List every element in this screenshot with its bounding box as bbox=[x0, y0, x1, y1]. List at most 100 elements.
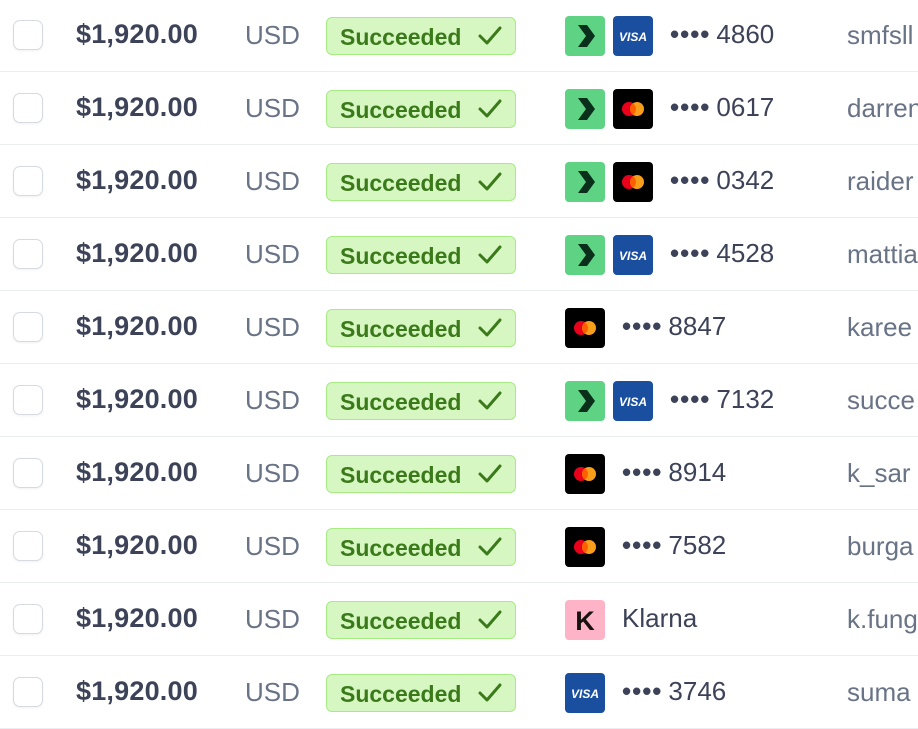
table-row[interactable]: $1,920.00 USD Succeeded •••• 0342 raider bbox=[0, 146, 918, 218]
table-row[interactable]: $1,920.00 USD Succeeded •••• 8914 k_sar bbox=[0, 438, 918, 510]
table-row[interactable]: $1,920.00 USD Succeeded VISA •••• 7132 succe bbox=[0, 365, 918, 437]
currency: USD bbox=[245, 458, 300, 488]
amount: $1,920.00 bbox=[76, 165, 198, 195]
customer-email[interactable]: burga bbox=[847, 531, 914, 562]
customer-email[interactable]: smfsll bbox=[847, 20, 913, 51]
checkmark-icon bbox=[478, 683, 502, 702]
card-mask: •••• bbox=[622, 676, 663, 706]
amount: $1,920.00 bbox=[76, 676, 198, 706]
klarna-icon: K bbox=[565, 600, 605, 640]
mastercard-icon bbox=[613, 89, 653, 129]
table-row[interactable]: $1,920.00 USD Succeeded VISA •••• 4528 mattia bbox=[0, 219, 918, 291]
status-label: Succeeded bbox=[340, 535, 462, 561]
customer-email[interactable]: suma bbox=[847, 677, 911, 708]
card-mask: •••• bbox=[670, 238, 711, 268]
checkmark-icon bbox=[478, 99, 502, 118]
status-label: Succeeded bbox=[340, 97, 462, 123]
checkmark-icon bbox=[478, 537, 502, 556]
payment-method-name: Klarna bbox=[622, 603, 698, 633]
status-badge: Succeeded bbox=[326, 17, 516, 55]
amount: $1,920.00 bbox=[76, 603, 198, 633]
currency: USD bbox=[245, 312, 300, 342]
currency: USD bbox=[245, 239, 300, 269]
payment-method: •••• 4528 bbox=[670, 238, 774, 269]
customer-email[interactable]: k.fung bbox=[847, 604, 918, 635]
amount: $1,920.00 bbox=[76, 530, 198, 560]
customer-email[interactable]: darren bbox=[847, 93, 918, 124]
payment-method: •••• 7582 bbox=[622, 530, 726, 561]
row-checkbox[interactable] bbox=[13, 312, 43, 342]
status-badge: Succeeded bbox=[326, 674, 516, 712]
row-checkbox[interactable] bbox=[13, 166, 43, 196]
row-checkbox[interactable] bbox=[13, 385, 43, 415]
row-checkbox[interactable] bbox=[13, 677, 43, 707]
visa-icon: VISA bbox=[613, 235, 653, 275]
row-checkbox[interactable] bbox=[13, 93, 43, 123]
status-badge: Succeeded bbox=[326, 236, 516, 274]
row-checkbox[interactable] bbox=[13, 239, 43, 269]
table-row[interactable]: $1,920.00 USD Succeeded •••• 0617 darren bbox=[0, 73, 918, 145]
customer-email[interactable]: mattia bbox=[847, 239, 918, 270]
card-mask: •••• bbox=[622, 457, 663, 487]
table-row[interactable]: $1,920.00 USD Succeeded VISA •••• 3746 suma bbox=[0, 657, 918, 729]
status-label: Succeeded bbox=[340, 24, 462, 50]
checkmark-icon bbox=[478, 245, 502, 264]
row-checkbox[interactable] bbox=[13, 458, 43, 488]
mastercard-icon bbox=[613, 162, 653, 202]
table-row[interactable]: $1,920.00 USD Succeeded •••• 7582 burga bbox=[0, 511, 918, 583]
link-icon bbox=[565, 16, 605, 56]
checkmark-icon bbox=[478, 391, 502, 410]
customer-email[interactable]: succe bbox=[847, 385, 915, 416]
status-badge: Succeeded bbox=[326, 163, 516, 201]
card-last4: 0342 bbox=[716, 165, 775, 195]
visa-icon: VISA bbox=[613, 16, 653, 56]
link-icon bbox=[565, 89, 605, 129]
card-last4: 8847 bbox=[668, 311, 727, 341]
customer-email[interactable]: k_sar bbox=[847, 458, 911, 489]
checkmark-icon bbox=[478, 172, 502, 191]
card-last4: 7132 bbox=[716, 384, 775, 414]
mastercard-icon bbox=[565, 527, 605, 567]
payment-method: •••• 8914 bbox=[622, 457, 726, 488]
svg-text:VISA: VISA bbox=[619, 395, 647, 409]
customer-email[interactable]: karee bbox=[847, 312, 912, 343]
card-last4: 8914 bbox=[668, 457, 727, 487]
amount: $1,920.00 bbox=[76, 311, 198, 341]
payments-table: $1,920.00 USD Succeeded VISA •••• 4860 smfsll $… bbox=[0, 0, 918, 729]
status-label: Succeeded bbox=[340, 462, 462, 488]
card-last4: 3746 bbox=[668, 676, 727, 706]
payment-method: •••• 4860 bbox=[670, 19, 774, 50]
status-label: Succeeded bbox=[340, 243, 462, 269]
amount: $1,920.00 bbox=[76, 92, 198, 122]
card-mask: •••• bbox=[670, 92, 711, 122]
currency: USD bbox=[245, 677, 300, 707]
amount: $1,920.00 bbox=[76, 238, 198, 268]
row-checkbox[interactable] bbox=[13, 531, 43, 561]
currency: USD bbox=[245, 531, 300, 561]
row-checkbox[interactable] bbox=[13, 604, 43, 634]
status-badge: Succeeded bbox=[326, 528, 516, 566]
card-last4: 4528 bbox=[716, 238, 775, 268]
status-label: Succeeded bbox=[340, 389, 462, 415]
payment-method: •••• 0342 bbox=[670, 165, 774, 196]
status-label: Succeeded bbox=[340, 316, 462, 342]
status-badge: Succeeded bbox=[326, 382, 516, 420]
card-last4: 7582 bbox=[668, 530, 727, 560]
status-badge: Succeeded bbox=[326, 309, 516, 347]
currency: USD bbox=[245, 166, 300, 196]
row-checkbox[interactable] bbox=[13, 20, 43, 50]
card-mask: •••• bbox=[670, 19, 711, 49]
link-icon bbox=[565, 381, 605, 421]
mastercard-icon bbox=[565, 308, 605, 348]
card-last4: 0617 bbox=[716, 92, 775, 122]
table-row[interactable]: $1,920.00 USD Succeeded •••• 8847 karee bbox=[0, 292, 918, 364]
payment-method: •••• 7132 bbox=[670, 384, 774, 415]
visa-icon: VISA bbox=[613, 381, 653, 421]
payment-method: •••• 3746 bbox=[622, 676, 726, 707]
table-row[interactable]: $1,920.00 USD Succeeded VISA •••• 4860 smfsll bbox=[0, 0, 918, 72]
amount: $1,920.00 bbox=[76, 384, 198, 414]
svg-text:VISA: VISA bbox=[571, 687, 599, 701]
currency: USD bbox=[245, 604, 300, 634]
table-row[interactable]: $1,920.00 USD Succeeded K Klarna k.fung bbox=[0, 584, 918, 656]
customer-email[interactable]: raider bbox=[847, 166, 913, 197]
